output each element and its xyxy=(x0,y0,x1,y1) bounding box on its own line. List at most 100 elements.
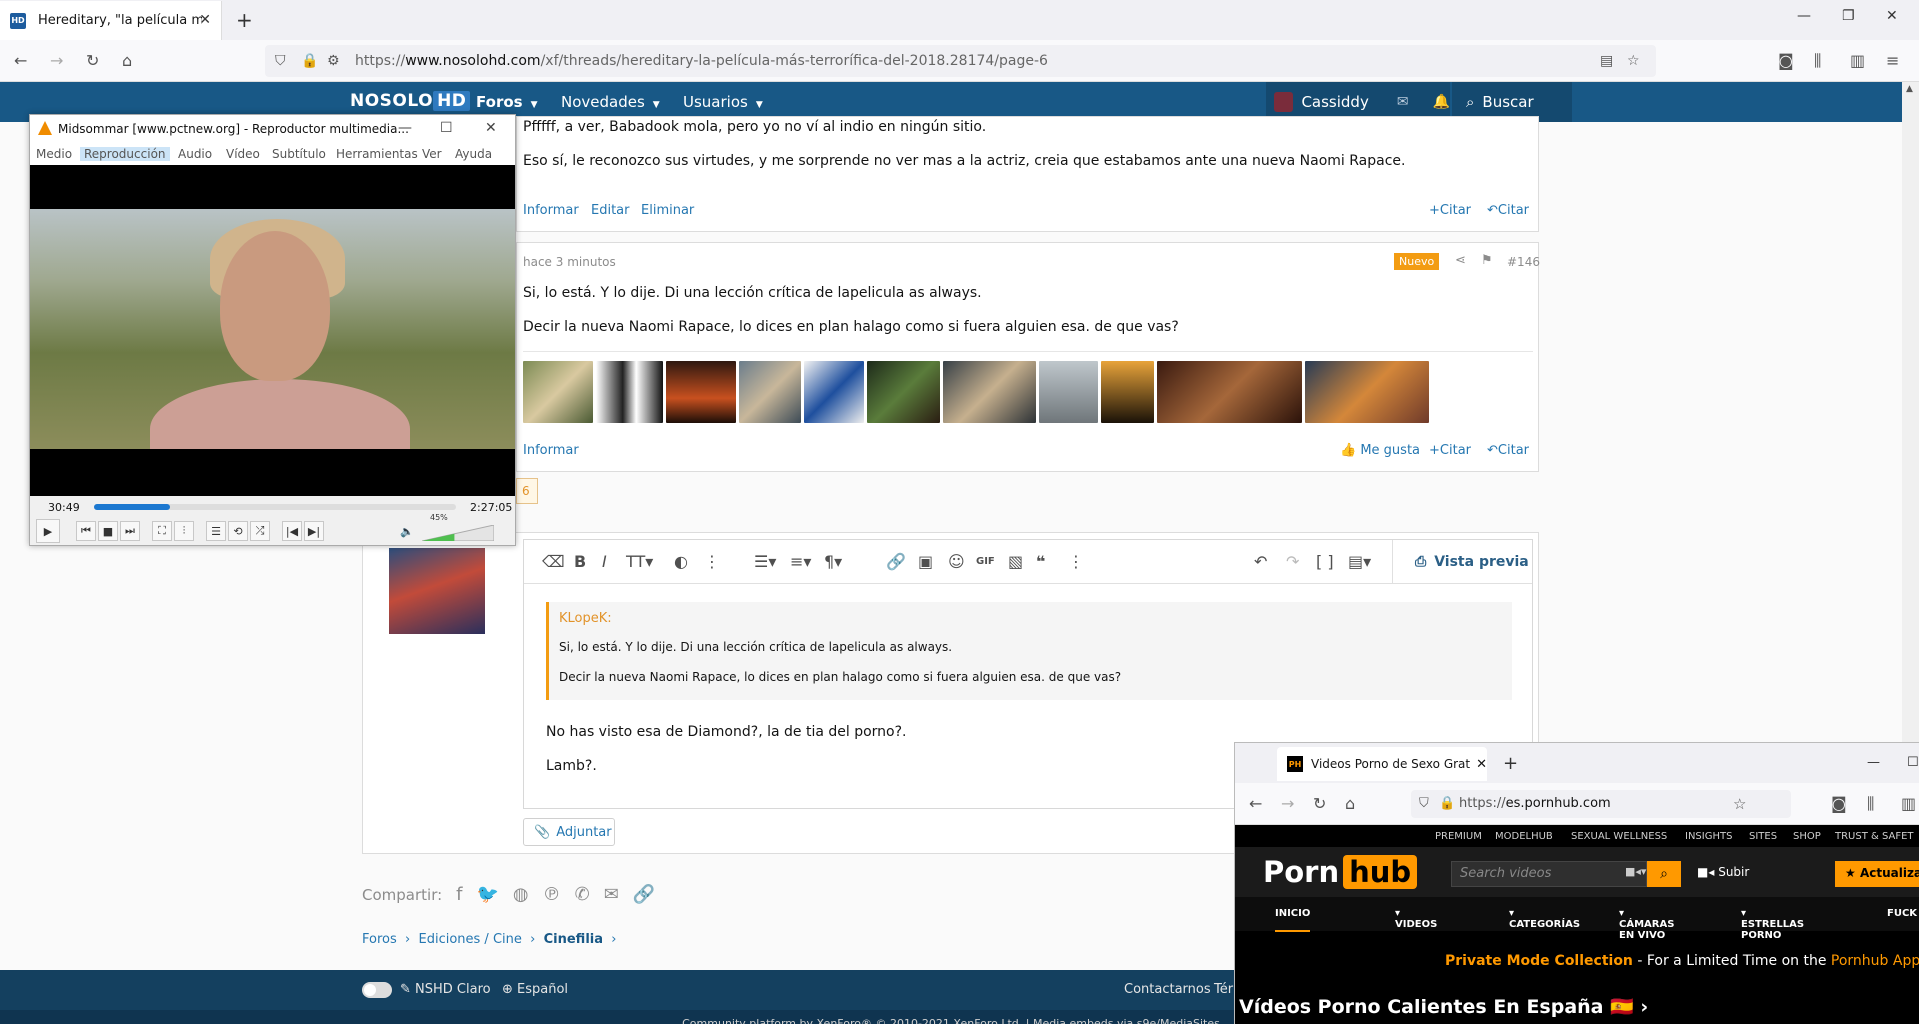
close-tab-icon[interactable]: ✕ xyxy=(1476,757,1487,772)
nav-usuarios[interactable]: Usuarios ▼ xyxy=(683,93,763,111)
edit-link[interactable]: Editar xyxy=(591,203,630,218)
extended-settings-icon[interactable]: ⫶ xyxy=(174,521,194,541)
bold-icon[interactable]: B xyxy=(574,552,586,571)
video-area[interactable] xyxy=(30,165,515,496)
delete-link[interactable]: Eliminar xyxy=(641,203,694,218)
vlc-titlebar[interactable]: Midsommar [www.pctnew.org] - Reproductor… xyxy=(30,115,515,143)
share-icon[interactable]: ⋖ xyxy=(1455,253,1466,268)
media-icon[interactable]: ▧ xyxy=(1008,552,1023,571)
gallery-thumbnail[interactable] xyxy=(804,361,864,423)
theme-link[interactable]: ✎ NSHD Claro xyxy=(400,982,491,997)
speaker-icon[interactable]: 🔈 xyxy=(400,525,414,538)
gallery-thumbnail[interactable] xyxy=(1101,361,1154,423)
more-options-icon[interactable]: ⋮ xyxy=(704,552,720,571)
reader-view-icon[interactable]: ▤ xyxy=(1600,53,1613,69)
frame-back-icon[interactable]: |◀ xyxy=(282,521,302,541)
close-icon[interactable]: ✕ xyxy=(485,120,497,136)
maximize-icon[interactable]: ☐ xyxy=(1907,755,1919,770)
quote-link[interactable]: ↶Citar xyxy=(1487,443,1529,458)
top-link-trust[interactable]: TRUST & SAFET xyxy=(1835,831,1914,842)
close-window-icon[interactable]: ✕ xyxy=(1886,8,1898,24)
lock-icon[interactable]: 🔒 xyxy=(301,53,318,69)
stop-icon[interactable]: ■ xyxy=(98,521,118,541)
gallery-thumbnail[interactable] xyxy=(1157,361,1302,423)
sidebar-icon[interactable]: ▥ xyxy=(1901,794,1916,813)
fullscreen-icon[interactable]: ⛶ xyxy=(152,521,172,541)
home-icon[interactable]: ⌂ xyxy=(122,51,132,70)
maximize-icon[interactable]: ☐ xyxy=(440,120,453,136)
more-options-icon[interactable]: ⋮ xyxy=(1068,552,1084,571)
contact-link[interactable]: Contactarnos xyxy=(1124,982,1211,997)
bookmark-star-icon[interactable]: ☆ xyxy=(1627,53,1640,69)
menu-reproduccion[interactable]: Reproducción xyxy=(80,147,170,161)
forward-icon[interactable]: → xyxy=(50,51,63,70)
text-size-icon[interactable]: TT▾ xyxy=(626,552,653,571)
gallery-thumbnail[interactable] xyxy=(596,361,663,423)
breadcrumb-cine[interactable]: Ediciones / Cine xyxy=(419,932,522,947)
menu-ver[interactable]: Ver xyxy=(422,147,442,161)
restore-icon[interactable]: ❐ xyxy=(1842,8,1855,24)
list-icon[interactable]: ☰▾ xyxy=(754,552,776,571)
email-icon[interactable]: ✉ xyxy=(604,884,619,905)
gallery-thumbnail[interactable] xyxy=(739,361,801,423)
next-icon[interactable]: ⏭ xyxy=(120,521,140,541)
menu-estrellas[interactable]: ESTRELLAS PORNO ▾ xyxy=(1741,908,1804,941)
reload-icon[interactable]: ↻ xyxy=(86,51,99,70)
top-link-shop[interactable]: SHOP xyxy=(1793,831,1821,842)
gallery-thumbnail[interactable] xyxy=(523,361,593,423)
theme-toggle[interactable] xyxy=(362,982,392,998)
image-icon[interactable]: ▣ xyxy=(918,552,933,571)
drafts-icon[interactable]: ▤▾ xyxy=(1348,552,1371,571)
pocket-icon[interactable]: ◙ xyxy=(1831,794,1847,813)
previous-icon[interactable]: ⏮ xyxy=(76,521,96,541)
link-icon[interactable]: 🔗 xyxy=(633,884,655,905)
nav-novedades[interactable]: Novedades ▼ xyxy=(561,93,660,111)
menu-icon[interactable]: ≡ xyxy=(1886,51,1899,70)
minimize-icon[interactable]: — xyxy=(1797,8,1811,24)
minimize-icon[interactable]: — xyxy=(398,120,412,136)
forward-icon[interactable]: → xyxy=(1281,794,1294,813)
url-bar[interactable]: ⛉ 🔒 ⚙ https://www.nosolohd.com/xf/thread… xyxy=(265,45,1656,77)
back-icon[interactable]: ← xyxy=(1249,794,1262,813)
quote-author[interactable]: KLopeK: xyxy=(559,611,612,626)
paragraph-icon[interactable]: ¶▾ xyxy=(824,552,842,571)
url-bar[interactable]: ⛉ 🔒 https://es.pornhub.com ☆ xyxy=(1411,790,1791,818)
home-icon[interactable]: ⌂ xyxy=(1345,794,1355,813)
post-time[interactable]: hace 3 minutos xyxy=(523,255,616,269)
shuffle-icon[interactable]: ⤮ xyxy=(250,521,270,541)
reply-user-avatar[interactable] xyxy=(389,548,485,634)
menu-medio[interactable]: Medio xyxy=(36,147,72,161)
reddit-icon[interactable]: ◍ xyxy=(513,884,529,905)
menu-categorias[interactable]: CATEGORÍAS ▾ xyxy=(1509,908,1580,930)
gif-icon[interactable]: GIF xyxy=(976,556,995,567)
top-link-insights[interactable]: INSIGHTS xyxy=(1685,831,1732,842)
redo-icon[interactable]: ↷ xyxy=(1286,552,1299,571)
quote-icon[interactable]: ❝ xyxy=(1036,552,1045,571)
site-logo[interactable]: NOSOLO HD xyxy=(350,91,471,111)
pocket-icon[interactable]: ◙ xyxy=(1778,51,1794,70)
play-icon[interactable]: ▶ xyxy=(36,519,60,543)
report-link[interactable]: Informar xyxy=(523,203,579,218)
page-number-badge[interactable]: 6 xyxy=(516,478,538,504)
link-icon[interactable]: 🔗 xyxy=(886,552,906,571)
align-icon[interactable]: ≡▾ xyxy=(790,552,811,571)
loop-icon[interactable]: ⟲ xyxy=(228,521,248,541)
gallery-thumbnail[interactable] xyxy=(1039,361,1098,423)
menu-video[interactable]: Vídeo xyxy=(226,147,260,161)
menu-herramientas[interactable]: Herramientas xyxy=(336,147,418,161)
video-camera-icon[interactable]: ■◂▾ xyxy=(1625,865,1646,878)
bookmark-icon[interactable]: ⚑ xyxy=(1481,253,1493,268)
gallery-thumbnail[interactable] xyxy=(943,361,1036,423)
eraser-icon[interactable]: ⌫ xyxy=(542,552,565,571)
bell-icon[interactable]: 🔔 xyxy=(1433,94,1450,110)
search-input[interactable]: Search videos xyxy=(1451,861,1647,887)
gallery-thumbnail[interactable] xyxy=(666,361,736,423)
twitter-icon[interactable]: 🐦 xyxy=(477,884,499,905)
chevron-right-icon[interactable]: › xyxy=(1640,996,1648,1018)
playlist-icon[interactable]: ☰ xyxy=(206,521,226,541)
minimize-icon[interactable]: — xyxy=(1867,755,1880,770)
seek-slider[interactable] xyxy=(94,504,456,510)
undo-icon[interactable]: ↶ xyxy=(1254,552,1267,571)
bookmark-star-icon[interactable]: ☆ xyxy=(1733,795,1746,813)
top-link-modelhub[interactable]: MODELHUB xyxy=(1495,831,1553,842)
